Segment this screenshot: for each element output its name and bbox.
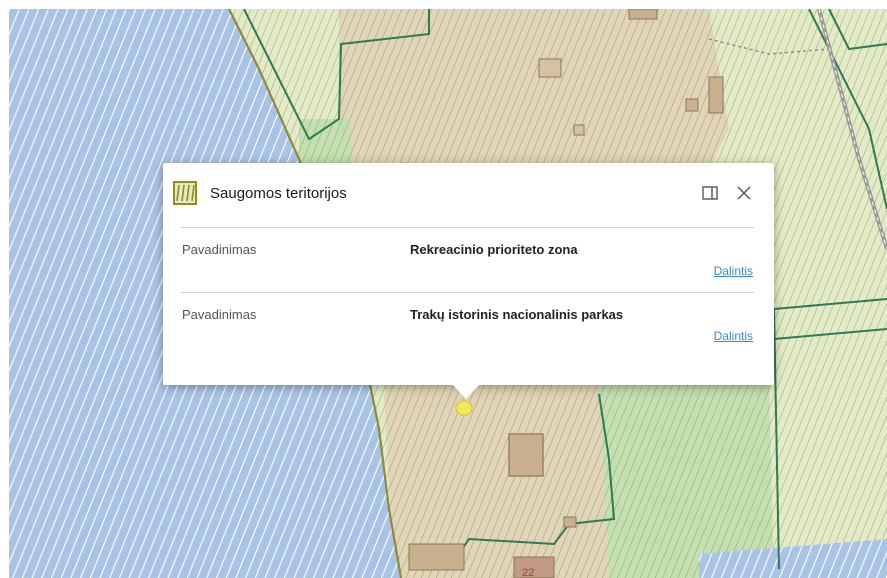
feature-info-popup: Saugomos teritorijos Pavadinimas Rekreac… (163, 163, 774, 399)
popup-actions (700, 183, 754, 203)
park-area (599, 379, 774, 578)
building (628, 9, 658, 20)
building (538, 58, 562, 78)
attribute-label: Pavadinimas (182, 307, 257, 322)
attribute-label: Pavadinimas (182, 242, 257, 257)
attribute-row: Pavadinimas Trakų istorinis nacionalinis… (181, 292, 754, 357)
building (708, 76, 724, 114)
attribute-value: Trakų istorinis nacionalinis parkas (410, 307, 624, 322)
map-label: 22 (522, 567, 534, 578)
popup-header: Saugomos teritorijos (173, 177, 754, 209)
building (408, 543, 465, 571)
selected-feature-marker (455, 400, 473, 416)
protected-area-layer-icon (173, 181, 197, 205)
attribute-value: Rekreacinio prioriteto zona (410, 242, 578, 257)
building (685, 98, 699, 112)
building (508, 433, 544, 477)
share-link[interactable]: Dalintis (714, 329, 753, 343)
close-icon[interactable] (734, 183, 754, 203)
attribute-row: Pavadinimas Rekreacinio prioriteto zona … (181, 227, 754, 292)
attribute-list: Pavadinimas Rekreacinio prioriteto zona … (181, 227, 754, 357)
share-link[interactable]: Dalintis (714, 264, 753, 278)
maximize-icon[interactable] (700, 183, 720, 203)
popup-title: Saugomos teritorijos (210, 184, 347, 202)
building (563, 516, 577, 528)
building (573, 124, 585, 136)
